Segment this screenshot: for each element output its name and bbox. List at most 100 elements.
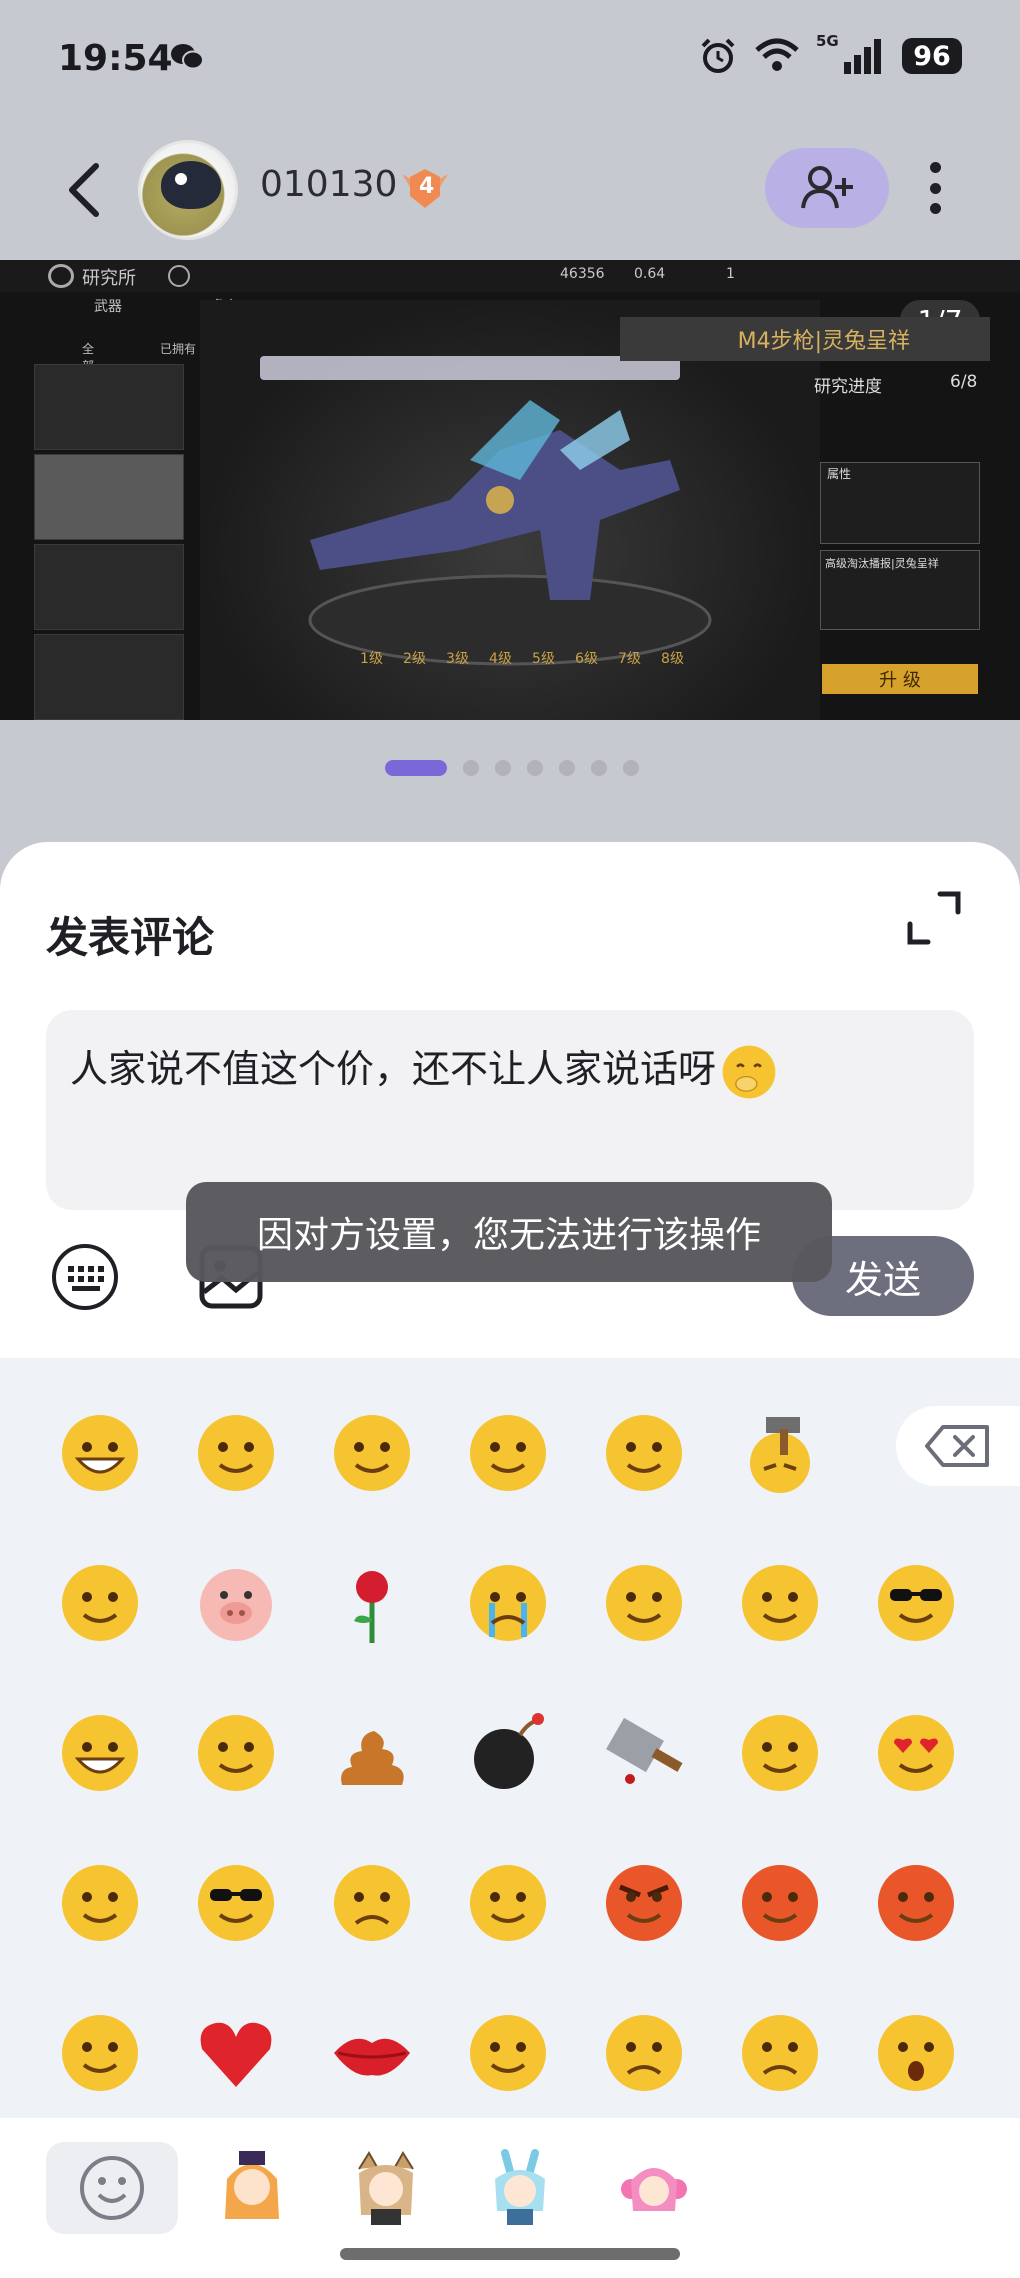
worried-emoji[interactable]	[304, 1828, 440, 1978]
pager-dot-active[interactable]	[385, 760, 447, 776]
game-level: 7级	[618, 651, 641, 667]
sunglasses-icon	[198, 1865, 274, 1941]
tab-sticker-pack-4[interactable]	[588, 2142, 720, 2234]
sad-emoji[interactable]	[712, 1978, 848, 2128]
cellular-signal-icon: 5G	[816, 32, 886, 76]
grin-emoji[interactable]	[32, 1378, 168, 1528]
keyboard-icon[interactable]	[50, 1242, 120, 1312]
cover-mouth-icon	[470, 1415, 546, 1491]
relieved-emoji[interactable]	[32, 1828, 168, 1978]
game-level: 6级	[575, 651, 598, 667]
cleaver-emoji[interactable]	[576, 1678, 712, 1828]
status-icons: 5G 96	[698, 32, 962, 76]
surprised-icon	[878, 2015, 954, 2091]
sticker-tab-bar	[0, 2118, 1020, 2278]
confused-emoji[interactable]	[576, 1978, 712, 2128]
slight-smile-icon	[470, 1865, 546, 1941]
heart-icon	[200, 2022, 272, 2087]
shush-emoji[interactable]	[712, 1528, 848, 1678]
poop-emoji[interactable]	[304, 1678, 440, 1828]
relieved-icon	[62, 1865, 138, 1941]
thinking-emoji[interactable]	[576, 1378, 712, 1528]
game-subtab-weapon: 武器	[94, 299, 122, 315]
tab-sticker-pack-1[interactable]	[186, 2142, 318, 2234]
post-image[interactable]: 研究所 46356 0.64 1 武器 角色 全部 已拥有 1/7 M4步枪|灵…	[0, 260, 1020, 720]
bunny-sticker-icon	[495, 2149, 545, 2225]
pig-emoji[interactable]	[168, 1528, 304, 1678]
teary-grimace-emoji[interactable]	[576, 1528, 712, 1678]
hammer-emoji[interactable]	[712, 1378, 848, 1528]
heart-eyes-emoji[interactable]	[848, 1678, 984, 1828]
shy-emoji[interactable]	[168, 1678, 304, 1828]
comment-input[interactable]: 人家说不值这个价，还不让人家说话呀	[46, 1010, 974, 1210]
tab-sticker-pack-2[interactable]	[320, 2142, 452, 2234]
username[interactable]: 010130	[260, 164, 397, 205]
angry-emoji[interactable]	[576, 1828, 712, 1978]
shush-icon	[742, 1565, 818, 1641]
pager-dot[interactable]	[527, 760, 543, 776]
add-user-icon	[801, 166, 853, 209]
sunglasses-cool-emoji[interactable]	[848, 1528, 984, 1678]
game-topbar: 研究所 46356 0.64 1	[0, 260, 1020, 292]
smug-emoji[interactable]	[32, 1528, 168, 1678]
surprised-emoji[interactable]	[848, 1978, 984, 2128]
expand-icon[interactable]	[906, 890, 962, 946]
pager-dot[interactable]	[463, 760, 479, 776]
avatar[interactable]	[138, 140, 238, 240]
slight-smile-emoji[interactable]	[440, 1828, 576, 1978]
tongue-wink-emoji[interactable]	[168, 1378, 304, 1528]
add-friend-button[interactable]	[765, 148, 889, 228]
nervous-emoji[interactable]	[32, 1978, 168, 2128]
shy-icon	[198, 1715, 274, 1791]
bomb-emoji[interactable]	[440, 1678, 576, 1828]
confused-icon	[606, 2015, 682, 2091]
teary-grimace-icon	[606, 1565, 682, 1641]
heart-emoji[interactable]	[168, 1978, 304, 2128]
sweat-squint-emoji[interactable]	[304, 1378, 440, 1528]
laugh-cry-emoji[interactable]	[32, 1678, 168, 1828]
sweat-emoji[interactable]	[848, 1828, 984, 1978]
thinking-icon	[606, 1415, 682, 1491]
cover-mouth-emoji[interactable]	[440, 1378, 576, 1528]
level-number: 4	[419, 174, 435, 199]
status-bar: 19:54 5G 96	[0, 0, 1020, 120]
sad-icon	[742, 2015, 818, 2091]
sigh-icon	[742, 1865, 818, 1941]
game-description-panel: 高级淘汰播报|灵兔呈祥	[820, 550, 980, 630]
smile-emoji[interactable]	[712, 1678, 848, 1828]
pager-dot[interactable]	[559, 760, 575, 776]
game-level: 1级	[360, 651, 383, 667]
pager-dot[interactable]	[623, 760, 639, 776]
level-badge: 4	[400, 166, 450, 212]
pager-dot[interactable]	[495, 760, 511, 776]
game-description-title: 高级淘汰播报|灵兔呈祥	[825, 557, 939, 570]
home-indicator	[340, 2248, 680, 2260]
tongue-wink-icon	[198, 1415, 274, 1491]
sunglasses-cool-icon	[878, 1565, 954, 1641]
sunglasses-emoji[interactable]	[168, 1828, 304, 1978]
laugh-cry-icon	[62, 1715, 138, 1791]
more-options-icon[interactable]	[918, 158, 952, 218]
sweat-squint-icon	[334, 1415, 410, 1491]
delete-button[interactable]	[896, 1406, 1020, 1486]
tab-emoji[interactable]	[46, 2142, 178, 2234]
game-currency-2: 0.64	[634, 266, 666, 282]
game-weapon-item	[34, 454, 184, 540]
back-arrow-icon[interactable]	[60, 160, 110, 220]
pink-hair-sticker-icon	[621, 2168, 687, 2211]
alarm-icon	[701, 38, 735, 73]
lips-icon	[334, 2038, 410, 2076]
eyeroll-icon	[470, 2015, 546, 2091]
game-level: 8级	[661, 651, 684, 667]
rose-emoji[interactable]	[304, 1528, 440, 1678]
hammer-icon	[750, 1417, 810, 1493]
comment-sheet: 发表评论 人家说不值这个价，还不让人家说话呀 因对方设置，您无法进行该操作 发送	[0, 842, 1020, 2278]
pager-dot[interactable]	[591, 760, 607, 776]
image-pager	[385, 760, 639, 776]
game-weapon-item	[34, 634, 184, 720]
crying-emoji[interactable]	[440, 1528, 576, 1678]
lips-emoji[interactable]	[304, 1978, 440, 2128]
tab-sticker-pack-3[interactable]	[454, 2142, 586, 2234]
sigh-emoji[interactable]	[712, 1828, 848, 1978]
eyeroll-emoji[interactable]	[440, 1978, 576, 2128]
